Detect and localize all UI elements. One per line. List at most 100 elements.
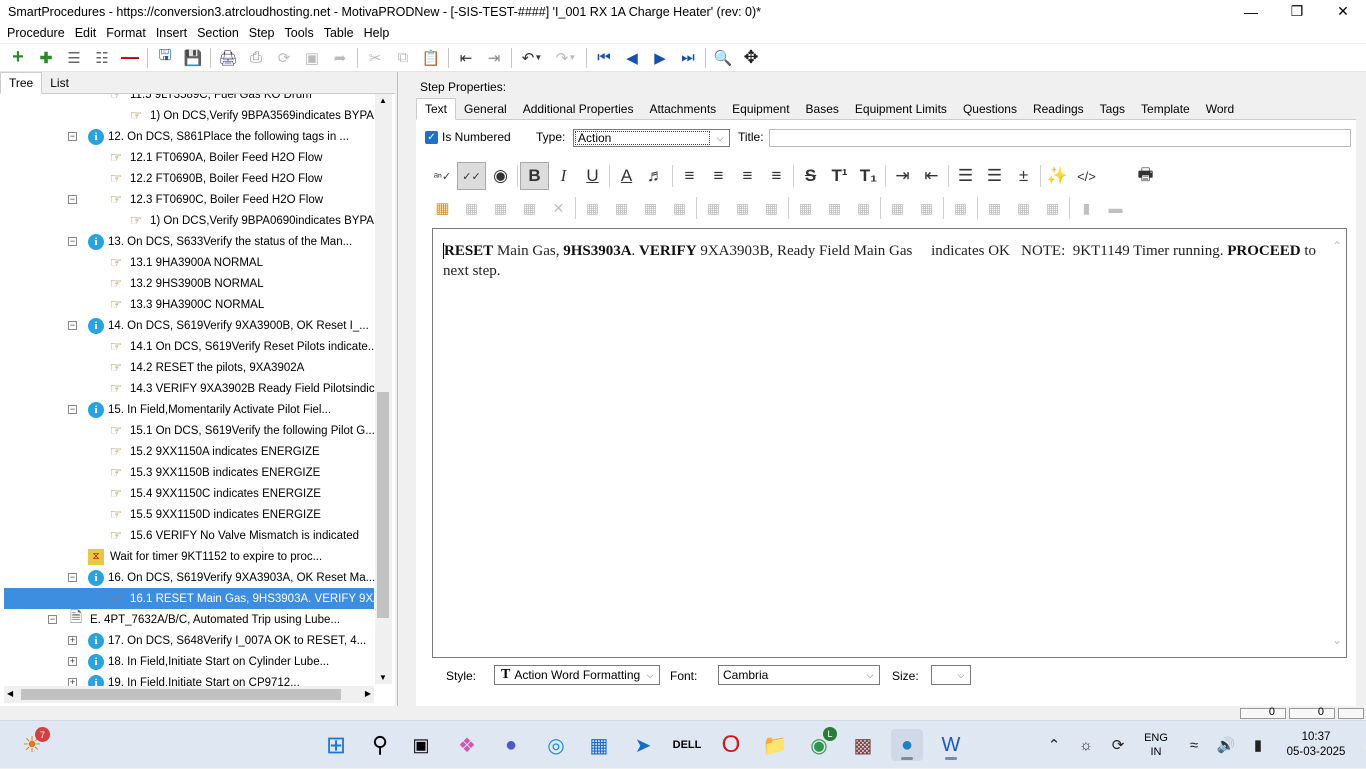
table-disabled-icon[interactable]: ▦ xyxy=(607,194,636,222)
outdent-icon[interactable]: ⇤ xyxy=(452,45,480,71)
collapse-icon[interactable]: − xyxy=(48,615,57,624)
table-disabled-icon[interactable]: ▦ xyxy=(578,194,607,222)
step-text-content[interactable]: RESET Main Gas, 9HS3903A. VERIFY 9XA3903… xyxy=(443,241,1323,281)
add-icon[interactable]: + xyxy=(4,45,32,71)
chevron-down-icon[interactable]: ⌄ xyxy=(1332,633,1342,647)
table-disabled-icon[interactable]: ▦ xyxy=(457,194,486,222)
power-automate-icon[interactable]: ➤ xyxy=(627,729,659,761)
tab-list[interactable]: List xyxy=(42,73,77,93)
tree-item[interactable]: ☞ 14.2 RESET the pilots, 9XA3902A xyxy=(0,357,375,378)
chevron-down-icon[interactable]: ⌵ xyxy=(711,133,729,144)
menu-tools[interactable]: Tools xyxy=(280,26,319,40)
tree-item[interactable]: ☞ 15.2 9XX1150A indicates ENERGIZE xyxy=(0,441,375,462)
language-indicator[interactable]: ENG IN xyxy=(1134,731,1178,759)
superscript-icon[interactable]: T¹ xyxy=(825,162,854,190)
scroll-left-icon[interactable]: ◀ xyxy=(7,689,13,698)
outline-alt-icon[interactable]: ☷ xyxy=(88,45,116,71)
word-icon[interactable]: W xyxy=(935,729,967,761)
html-source-icon[interactable]: </> xyxy=(1072,162,1101,190)
align-right-icon[interactable]: ≡ xyxy=(733,162,762,190)
collapse-icon[interactable]: − xyxy=(68,573,77,582)
table-disabled-icon[interactable]: ▦ xyxy=(849,194,878,222)
align-center-icon[interactable]: ≡ xyxy=(704,162,733,190)
redo-action-icon[interactable]: ➦ xyxy=(326,45,354,71)
insert-table-icon[interactable]: ▦ xyxy=(428,194,457,222)
previous-icon[interactable]: ◀ xyxy=(618,45,646,71)
insert-symbol-icon[interactable]: ± xyxy=(1009,162,1038,190)
paste-icon[interactable]: 📋 xyxy=(417,45,445,71)
collapse-icon[interactable]: − xyxy=(68,405,77,414)
first-icon[interactable]: ⏮ xyxy=(590,45,618,71)
tree-item[interactable]: ☞ 11.5 9LT3589C, Fuel Gas KO Drum xyxy=(0,94,375,105)
tab-additional-properties[interactable]: Additional Properties xyxy=(515,99,642,119)
tab-bases[interactable]: Bases xyxy=(798,99,847,119)
highlight-icon[interactable]: ♬ xyxy=(641,162,670,190)
tab-tags[interactable]: Tags xyxy=(1092,99,1133,119)
tree-item[interactable]: − i 16. On DCS, S619Verify 9XA3903A, OK Re… xyxy=(0,567,375,588)
table-disabled-icon[interactable]: ▦ xyxy=(636,194,665,222)
store-icon[interactable]: ▦ xyxy=(583,729,615,761)
undo-icon[interactable]: ↶ ▼ xyxy=(515,45,549,71)
window-icon[interactable]: ▣ xyxy=(298,45,326,71)
tree-item[interactable]: ☞ 15.3 9XX1150B indicates ENERGIZE xyxy=(0,462,375,483)
move-icon[interactable]: ✥ xyxy=(737,45,765,71)
tree-item[interactable]: − i 12. On DCS, S861Place the following ta… xyxy=(0,126,375,147)
table-disabled-icon[interactable]: ▦ xyxy=(912,194,941,222)
scroll-right-icon[interactable]: ▶ xyxy=(365,689,371,698)
wifi-icon[interactable]: ≈ xyxy=(1178,737,1210,754)
table-disabled-icon[interactable]: ▦ xyxy=(946,194,975,222)
expand-icon[interactable]: + xyxy=(68,636,77,645)
type-dropdown[interactable]: Action ⌵ xyxy=(573,129,730,147)
clock[interactable]: 10:37 05-03-2025 xyxy=(1274,730,1358,760)
step-text-editor[interactable]: RESET Main Gas, 9HS3903A. VERIFY 9XA3903… xyxy=(432,228,1347,658)
sync-icon[interactable]: ⟳ xyxy=(1102,736,1134,754)
tree-item[interactable]: ☞ 13.3 9HA3900C NORMAL xyxy=(0,294,375,315)
add-child-icon[interactable]: ✚ xyxy=(32,45,60,71)
underline-icon[interactable]: U xyxy=(578,162,607,190)
tab-tree[interactable]: Tree xyxy=(0,72,43,94)
table-disabled-icon[interactable]: ▦ xyxy=(665,194,694,222)
last-icon[interactable]: ⏭ xyxy=(674,45,702,71)
find-icon[interactable]: 🔍 xyxy=(709,45,737,71)
menu-insert[interactable]: Insert xyxy=(151,26,192,40)
refresh-icon[interactable]: ⟳ xyxy=(270,45,298,71)
strikethrough-icon[interactable]: S xyxy=(796,162,825,190)
next-icon[interactable]: ▶ xyxy=(646,45,674,71)
tab-equipment-limits[interactable]: Equipment Limits xyxy=(847,99,955,119)
tree-item[interactable]: − ☞ 12.3 FT0690C, Boiler Feed H2O Flow xyxy=(0,189,375,210)
scroll-down-icon[interactable]: ▼ xyxy=(379,673,387,682)
menu-table[interactable]: Table xyxy=(319,26,359,40)
table-disabled-icon[interactable]: ▦ xyxy=(1009,194,1038,222)
bullet-list-icon[interactable]: ☰ xyxy=(951,162,980,190)
tree-item[interactable]: + i 18. In Field,Initiate Start on Cylinde… xyxy=(0,651,375,672)
battery-icon[interactable]: ▮ xyxy=(1242,736,1274,754)
tree-item[interactable]: ☞ 14.3 VERIFY 9XA3902B Ready Field Pilots… xyxy=(0,378,375,399)
chevron-up-icon[interactable]: ⌃ xyxy=(1332,239,1342,253)
decrease-indent-icon[interactable]: ⇤ xyxy=(917,162,946,190)
tree-item[interactable]: − i 14. On DCS, S619Verify 9XA3900B, OK Re… xyxy=(0,315,375,336)
align-left-icon[interactable]: ≡ xyxy=(675,162,704,190)
justify-icon[interactable]: ≡ xyxy=(762,162,791,190)
menu-procedure[interactable]: Procedure xyxy=(2,26,70,40)
tree-item[interactable]: ☞ 13.1 9HA3900A NORMAL xyxy=(0,252,375,273)
app-tray-icon[interactable]: ☼ xyxy=(1070,737,1102,754)
task-view-icon[interactable]: ▣ xyxy=(405,729,437,761)
table-disabled-icon[interactable]: ▦ xyxy=(728,194,757,222)
bold-icon[interactable]: B xyxy=(520,162,549,190)
print-icon[interactable]: ⎙ xyxy=(242,45,270,71)
table-disabled-icon[interactable]: ▦ xyxy=(1038,194,1067,222)
spellcheck-as-you-type-icon[interactable]: ✓✓ xyxy=(457,162,486,190)
table-disabled-icon[interactable]: ▮ xyxy=(1072,194,1101,222)
save-all-icon[interactable]: 🖫 xyxy=(151,45,179,71)
file-explorer-icon[interactable]: 📁 xyxy=(759,729,791,761)
opera-icon[interactable]: O xyxy=(715,729,747,761)
edge-icon[interactable]: ◎ xyxy=(540,729,572,761)
scroll-thumb[interactable] xyxy=(377,392,389,618)
scroll-up-icon[interactable]: ▲ xyxy=(379,96,387,105)
panel-splitter[interactable] xyxy=(397,72,405,706)
tree-item[interactable]: ☞ 15.4 9XX1150C indicates ENERGIZE xyxy=(0,483,375,504)
tree-item[interactable]: ☞ 12.1 FT0690A, Boiler Feed H2O Flow xyxy=(0,147,375,168)
title-input[interactable] xyxy=(769,129,1351,147)
tree-item[interactable]: ☞ 12.2 FT0690B, Boiler Feed H2O Flow xyxy=(0,168,375,189)
print-icon[interactable]: 🖶 xyxy=(1131,162,1160,190)
